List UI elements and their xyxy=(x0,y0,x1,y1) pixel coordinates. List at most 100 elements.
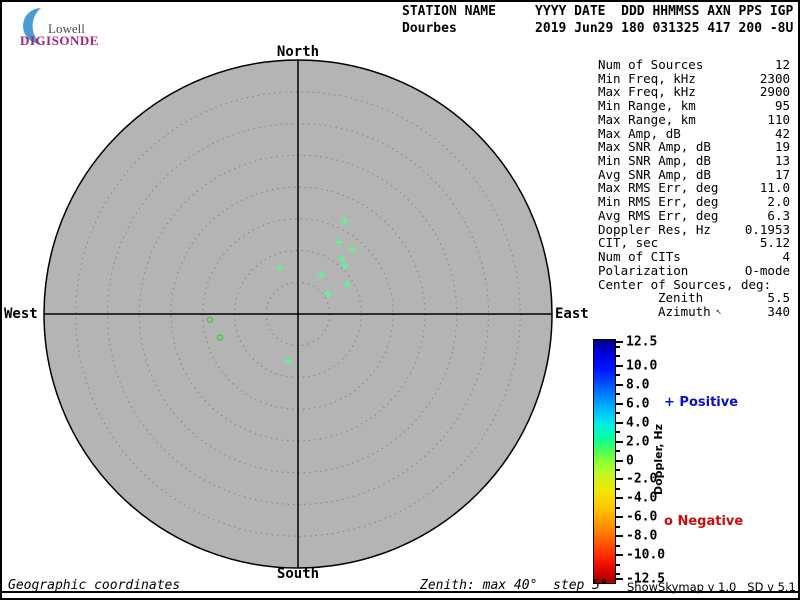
colorbar-tick-label: 2.0 xyxy=(626,434,650,450)
panel-row: Avg RMS Err, deg 6.3 xyxy=(598,209,790,223)
panel-row: Num of CITs 4 xyxy=(598,250,790,264)
panel-row-label: Max Amp, dB xyxy=(598,125,681,141)
panel-row-label: Avg RMS Err, deg xyxy=(598,207,719,223)
colorbar-minor-tick xyxy=(616,573,620,576)
colorbar-minor-tick xyxy=(616,374,620,377)
panel-row: Min Range, km 95 xyxy=(598,99,790,113)
panel-row-label: Num of CITs xyxy=(598,249,681,265)
panel-row-label: Min Range, km xyxy=(598,98,696,114)
colorbar-minor-tick xyxy=(616,393,620,396)
measurement-panel: Num of Sources 12 Min Freq, kHz 2300 Max Fre… xyxy=(598,58,790,319)
panel-row: Azimuth ↖ 340 xyxy=(598,305,790,319)
colorbar-major-tick xyxy=(616,364,623,367)
colorbar-major-tick xyxy=(616,497,623,500)
colorbar-major-tick xyxy=(616,421,623,424)
colorbar-tick-label: -10.0 xyxy=(626,547,666,563)
colorbar-major-tick xyxy=(616,554,623,557)
panel-row: Zenith 5.5 xyxy=(598,291,790,305)
panel-row: Max Freq, kHz 2900 xyxy=(598,85,790,99)
colorbar-tick-label: 6.0 xyxy=(626,396,650,412)
panel-row-value: 0.1953 xyxy=(744,221,790,237)
panel-row-value: 5.12 xyxy=(759,235,790,251)
panel-row-value: 95 xyxy=(774,98,790,114)
colorbar-major-tick xyxy=(616,341,623,343)
doppler-colorbar xyxy=(593,339,616,584)
panel-row: Doppler Res, Hz 0.1953 xyxy=(598,221,790,237)
panel-row-label: Max SNR Amp, dB xyxy=(598,139,711,155)
compass-label-east: East xyxy=(555,306,589,322)
panel-row-value: 6.3 xyxy=(767,207,790,223)
panel-row-value: O-mode xyxy=(744,262,790,278)
colorbar-tick-label: 10.0 xyxy=(626,358,658,374)
panel-row-label: Azimuth ↖ xyxy=(658,303,722,319)
panel-row-label: Avg SNR Amp, dB xyxy=(598,166,711,182)
compass-label-north: North xyxy=(276,44,320,60)
panel-row: Avg SNR Amp, dB 17 xyxy=(598,168,790,182)
panel-row: Max Amp, dB 42 xyxy=(598,125,790,141)
colorbar-minor-tick xyxy=(616,450,620,453)
panel-row: CIT, sec 5.12 xyxy=(598,236,790,250)
colorbar-tick-label: -8.0 xyxy=(626,528,658,544)
panel-row-value: 2.0 xyxy=(767,194,790,210)
legend-positive: + Positive xyxy=(664,395,739,410)
colorbar-tick-label: 12.5 xyxy=(626,334,658,350)
panel-row-label: Doppler Res, Hz xyxy=(598,221,711,237)
panel-row: Num of Sources 12 xyxy=(598,58,790,72)
panel-row-value: 17 xyxy=(774,166,790,182)
panel-row: Max Range, km 110 xyxy=(598,113,790,127)
panel-row-label: Min RMS Err, deg xyxy=(598,194,719,210)
panel-row-value: 11.0 xyxy=(759,180,790,196)
colorbar-minor-tick xyxy=(616,468,620,471)
panel-row-label: Max Range, km xyxy=(598,111,696,127)
colorbar-major-tick xyxy=(616,440,623,443)
doppler-colorbar-axis: 12.5 10.0 8.0 6.0 4.0 2.0 0 -2.0 -4.0 -6.0 -8.0 -10… xyxy=(616,335,676,587)
panel-row-label: Zenith xyxy=(658,290,704,306)
panel-row-value: 110 xyxy=(767,111,790,127)
panel-row-value: 2900 xyxy=(759,84,790,100)
panel-row: Min Freq, kHz 2300 xyxy=(598,70,790,86)
panel-row-value: 19 xyxy=(774,139,790,155)
panel-row: Max SNR Amp, dB 19 xyxy=(598,140,790,154)
panel-row-value: 12 xyxy=(774,57,790,72)
panel-row-value: 4 xyxy=(782,249,790,265)
colorbar-tick-label: 0 xyxy=(626,453,634,468)
panel-row-label: Max RMS Err, deg xyxy=(598,180,719,196)
colorbar-major-tick xyxy=(616,516,623,519)
colorbar-minor-tick xyxy=(616,544,620,547)
colorbar-major-tick xyxy=(616,578,623,580)
colorbar-minor-tick xyxy=(616,355,620,358)
panel-row-label: Min Freq, kHz xyxy=(598,70,696,86)
mouse-cursor-icon: ↖ xyxy=(715,305,722,317)
panel-row-label: Num of Sources xyxy=(598,57,704,72)
colorbar-minor-tick xyxy=(616,431,620,434)
panel-row-label: Polarization xyxy=(598,262,689,278)
panel-row: Min SNR Amp, dB 13 xyxy=(598,154,790,168)
colorbar-minor-tick xyxy=(616,525,620,528)
footer-zenith-range-label: Zenith: max 40° step 5° xyxy=(420,578,608,593)
panel-row-label: Center of Sources, deg: xyxy=(598,276,772,292)
colorbar-minor-tick xyxy=(616,487,620,490)
panel-row: Max RMS Err, deg 11.0 xyxy=(598,181,790,195)
colorbar-tick-label: -6.0 xyxy=(626,509,658,525)
panel-row-value: 13 xyxy=(774,153,790,169)
panel-row-value: 42 xyxy=(774,125,790,141)
panel-row: Center of Sources, deg: xyxy=(598,276,790,292)
colorbar-tick-label: -4.0 xyxy=(626,490,658,506)
colorbar-major-tick xyxy=(616,535,623,538)
colorbar-tick-label: 8.0 xyxy=(626,377,650,393)
panel-row-label: Min SNR Amp, dB xyxy=(598,153,711,169)
panel-row-label: Max Freq, kHz xyxy=(598,84,696,100)
colorbar-tick-label: -2.0 xyxy=(626,471,658,487)
compass-label-west: West xyxy=(4,306,38,322)
colorbar-major-tick xyxy=(616,383,623,386)
footer-version-label: ShowSkymap v 1.0 SD v 5.1 xyxy=(627,580,796,594)
legend-negative: o Negative xyxy=(664,514,744,529)
colorbar-minor-tick xyxy=(616,412,620,415)
colorbar-tick-label: 4.0 xyxy=(626,415,650,431)
colorbar-minor-tick xyxy=(616,506,620,509)
panel-row-value: 340 xyxy=(767,303,790,319)
colorbar-major-tick xyxy=(616,478,623,481)
panel-row: Min RMS Err, deg 2.0 xyxy=(598,195,790,209)
colorbar-major-tick xyxy=(616,459,623,462)
colorbar-major-tick xyxy=(616,402,623,405)
